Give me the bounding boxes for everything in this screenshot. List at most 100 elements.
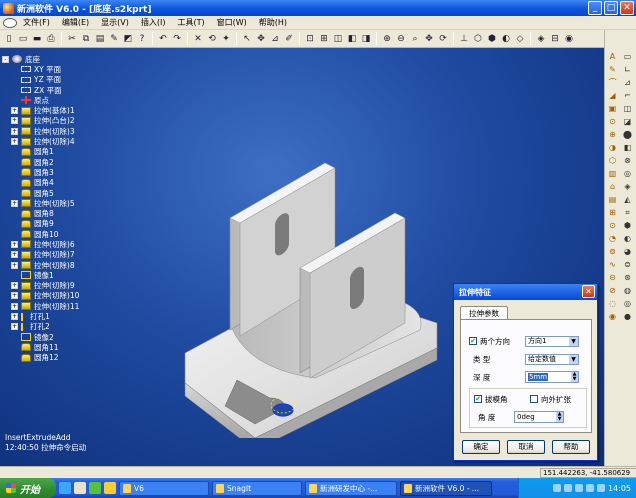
expand-toggle-icon[interactable]: + [11, 313, 18, 321]
feature-tool-icon[interactable]: ⊙ [605, 219, 620, 232]
feature-tool-icon[interactable]: ▣ [605, 102, 620, 115]
feature-tool-icon[interactable]: ◫ [620, 102, 635, 115]
tray-icon[interactable] [574, 484, 583, 492]
feature-tool-icon[interactable]: ◕ [620, 245, 635, 258]
two-direction-checkbox[interactable]: ✔ [469, 337, 477, 345]
feature-tool-icon[interactable]: ⊜ [620, 258, 635, 271]
expand-toggle-icon[interactable]: + [11, 127, 18, 135]
expand-toggle-icon[interactable]: + [11, 199, 18, 207]
folder-icon[interactable] [104, 482, 116, 494]
tree-node[interactable]: + 拉伸(切除)6 [11, 239, 162, 249]
tree-node[interactable]: ZX 平面 [11, 85, 162, 95]
measure-icon[interactable]: ⊿ [269, 33, 281, 45]
print-icon[interactable]: ⎙ [45, 33, 57, 45]
part-model[interactable] [175, 108, 445, 438]
spinner-icon[interactable]: ▲ ▼ [556, 412, 563, 422]
tree-node[interactable]: + 拉伸(切除)4 [11, 136, 162, 146]
feature-tool-icon[interactable]: ◉ [605, 310, 620, 323]
ie-icon[interactable] [59, 482, 71, 494]
feature-tool-icon[interactable]: ⌐ [620, 89, 635, 102]
axis-icon[interactable]: ⊥ [458, 33, 470, 45]
paste-icon[interactable]: ▤ [94, 33, 106, 45]
tree-node[interactable]: 圆角1 [11, 147, 162, 157]
tree-node[interactable]: 圆角3 [11, 167, 162, 177]
open-icon[interactable]: ▭ [17, 33, 29, 45]
view-side-icon[interactable]: ◨ [360, 33, 372, 45]
feature-tool-icon[interactable]: ◪ [620, 115, 635, 128]
tree-node[interactable]: - 底座 [2, 54, 162, 64]
tree-node[interactable]: + 拉伸(切除)10 [11, 291, 162, 301]
tree-node[interactable]: + 拉伸(切除)5 [11, 198, 162, 208]
expand-toggle-icon[interactable]: + [11, 261, 18, 269]
tree-node[interactable]: 圆角9 [11, 219, 162, 229]
cut-icon[interactable]: ✂ [66, 33, 78, 45]
menu-view[interactable]: 显示(V) [95, 17, 135, 28]
iso-icon[interactable]: ⬢ [486, 33, 498, 45]
feature-tool-icon[interactable]: ⬡ [605, 154, 620, 167]
draft-checkbox[interactable]: ✔ [474, 395, 482, 403]
render-icon[interactable]: ◉ [563, 33, 575, 45]
feature-tool-icon[interactable]: ⊗ [620, 154, 635, 167]
feature-tool-icon[interactable]: ⌒ [605, 76, 620, 89]
tree-node[interactable]: + 拉伸(切除)8 [11, 260, 162, 270]
tray-icon[interactable] [596, 484, 605, 492]
feature-tool-icon[interactable]: ◈ [620, 180, 635, 193]
feature-tool-icon[interactable]: ◑ [605, 141, 620, 154]
tree-node[interactable]: 圆角10 [11, 229, 162, 239]
depth-input[interactable]: 5mm ▲ ▼ [525, 371, 579, 383]
help-button[interactable]: 帮助 [552, 440, 590, 454]
expand-toggle-icon[interactable]: + [11, 323, 18, 331]
rebuild-icon[interactable]: ⟲ [206, 33, 218, 45]
new-icon[interactable]: ▯ [3, 33, 15, 45]
tree-node[interactable]: + 拉伸(切除)9 [11, 281, 162, 291]
tree-node[interactable]: + 打孔1 [11, 311, 162, 321]
feature-tool-icon[interactable]: ◍ [620, 284, 635, 297]
zoom-out-icon[interactable]: ⊖ [395, 33, 407, 45]
outward-checkbox[interactable] [530, 395, 538, 403]
tray-icon[interactable] [552, 484, 561, 492]
feature-tool-icon[interactable]: ⊕ [605, 128, 620, 141]
maximize-button[interactable]: □ [604, 1, 618, 15]
sketch-icon[interactable]: ✐ [283, 33, 295, 45]
close-button[interactable]: ✕ [620, 1, 634, 15]
tree-node[interactable]: XY 平面 [11, 64, 162, 74]
feature-tool-icon[interactable]: ● [620, 310, 635, 323]
minimize-button[interactable]: _ [588, 1, 602, 15]
feature-tool-icon[interactable]: ◭ [620, 193, 635, 206]
media-icon[interactable] [89, 482, 101, 494]
shade-icon[interactable]: ◐ [500, 33, 512, 45]
feature-tool-icon[interactable]: ◎ [620, 167, 635, 180]
tab-extrude-params[interactable]: 拉伸参数 [460, 306, 508, 320]
expand-toggle-icon[interactable]: + [11, 302, 18, 310]
feature-tool-icon[interactable]: ◔ [605, 232, 620, 245]
tree-node[interactable]: 圆角5 [11, 188, 162, 198]
feature-tool-icon[interactable]: ◌ [605, 297, 620, 310]
feature-tool-icon[interactable]: ▭ [620, 50, 635, 63]
feature-tool-icon[interactable]: ◢ [605, 89, 620, 102]
tree-node[interactable]: 原点 [11, 95, 162, 105]
brush-icon[interactable]: ✎ [108, 33, 120, 45]
tree-node[interactable]: YZ 平面 [11, 75, 162, 85]
task-snagit[interactable]: SnagIt [212, 480, 302, 496]
type-select[interactable]: 给定数值 ▼ [525, 354, 579, 365]
tree-node[interactable]: 镜像1 [11, 270, 162, 280]
task-v6[interactable]: V6 [119, 480, 209, 496]
feature-tool-icon[interactable]: ⊿ [620, 76, 635, 89]
zoom-in-icon[interactable]: ⊕ [381, 33, 393, 45]
spinner-icon[interactable]: ▲ ▼ [571, 372, 578, 382]
feature-tool-icon[interactable]: ⊚ [605, 245, 620, 258]
feature-tool-icon[interactable]: ◎ [620, 297, 635, 310]
feature-tool-icon[interactable]: ▤ [605, 193, 620, 206]
help-icon[interactable]: ? [136, 33, 148, 45]
zoom-box-icon[interactable]: ⌕ [409, 33, 421, 45]
expand-toggle-icon[interactable]: + [11, 282, 18, 290]
cube-icon[interactable]: ⬡ [472, 33, 484, 45]
tree-node[interactable]: 圆角11 [11, 342, 162, 352]
tray-icon[interactable] [585, 484, 594, 492]
start-button[interactable]: 开始 [0, 478, 56, 498]
tray-icon[interactable] [563, 484, 572, 492]
pan-icon[interactable]: ✥ [423, 33, 435, 45]
feature-tool-icon[interactable]: ⊝ [605, 271, 620, 284]
expand-toggle-icon[interactable]: - [2, 55, 9, 63]
view-fit-icon[interactable]: ⊡ [304, 33, 316, 45]
